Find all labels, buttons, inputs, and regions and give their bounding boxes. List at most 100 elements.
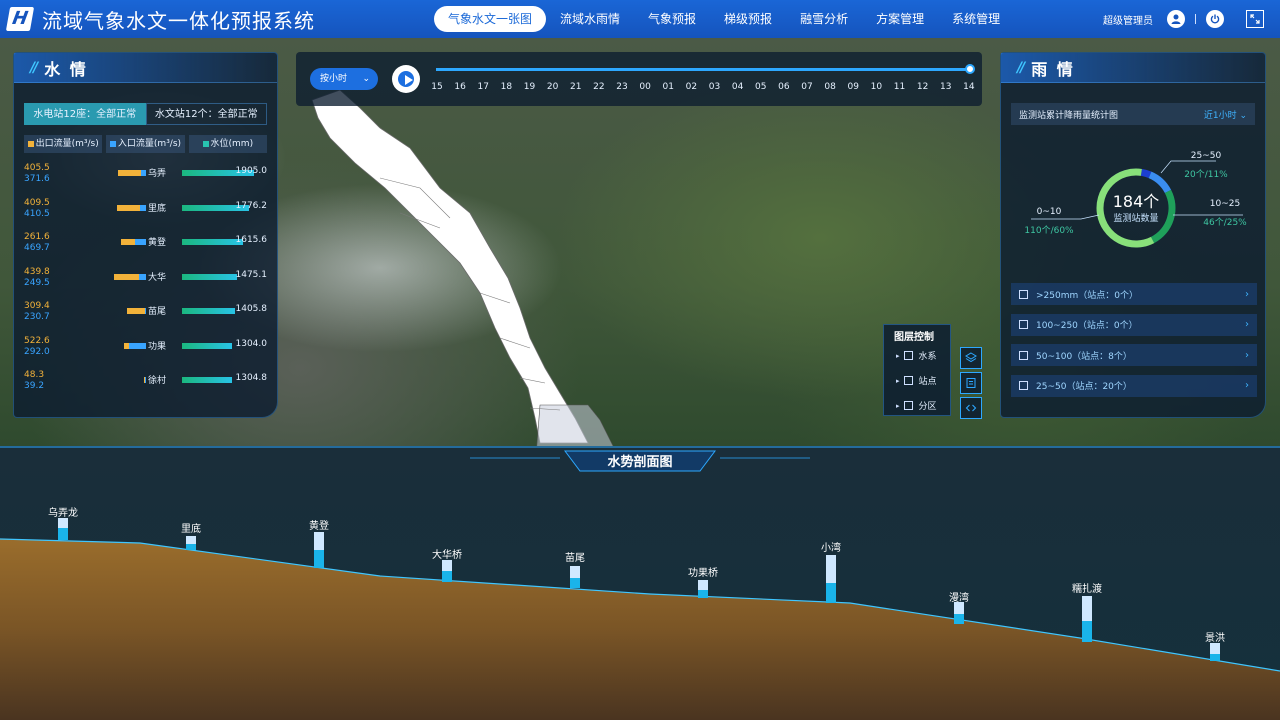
flow-values: 48.3 39.2 <box>24 370 44 392</box>
category-100-250[interactable]: 100~250（站点：0个） › <box>1011 313 1257 336</box>
layer-stations[interactable]: ▸ 站点 <box>884 368 950 393</box>
gauge-fill <box>314 550 324 568</box>
water-level-bar <box>182 342 233 349</box>
rain-stats-header: 监测站累计降雨量统计图 近1小时 ⌄ <box>1011 103 1255 125</box>
interval-select[interactable]: 按小时 ⌄ <box>310 68 378 90</box>
station-row[interactable]: 48.3 39.2 徐村 1304.8 <box>24 364 267 399</box>
tab-hydrology-stations[interactable]: 水文站12个：全部正常 <box>145 103 267 125</box>
checkbox[interactable] <box>1019 350 1028 360</box>
timeline-tick[interactable]: 00 <box>638 82 652 92</box>
timeline-tick[interactable]: 06 <box>777 82 791 92</box>
water-level-value: 1304.0 <box>235 338 268 349</box>
outflow-bar <box>118 170 141 176</box>
segment-count: 110个/60% <box>1024 226 1074 236</box>
chevron-right-icon: › <box>1245 380 1249 391</box>
nav-item-one-map[interactable]: 气象水文一张图 <box>434 6 547 32</box>
timeline-tick[interactable]: 14 <box>962 82 976 92</box>
station-row[interactable]: 405.5 371.6 乌弄 1905.0 <box>24 157 267 192</box>
timeline-tick[interactable]: 19 <box>523 82 537 92</box>
station-row[interactable]: 409.5 410.5 里底 1776.2 <box>24 192 267 227</box>
timeline-tick[interactable]: 12 <box>916 82 930 92</box>
tab-hydropower-stations[interactable]: 水电站12座：全部正常 <box>24 103 146 125</box>
checkbox[interactable] <box>1019 320 1028 329</box>
station-row[interactable]: 309.4 230.7 苗尾 1405.8 <box>24 295 267 330</box>
water-level-value: 1304.8 <box>235 373 268 383</box>
timeline-tick[interactable]: 17 <box>476 82 490 92</box>
gauge-fill <box>186 543 196 550</box>
timeline-tick[interactable]: 22 <box>592 82 606 92</box>
timeline-tick[interactable]: 04 <box>731 82 745 92</box>
outflow-value: 439.8 <box>24 266 50 277</box>
play-button[interactable] <box>392 65 420 93</box>
timeline-tick[interactable]: 11 <box>893 82 907 92</box>
timeline-handle[interactable] <box>965 64 975 74</box>
category-25-50[interactable]: 25~50（站点：20个） › <box>1011 374 1257 397</box>
gauge-fill <box>58 527 68 540</box>
segment-range: 10~25 <box>1209 199 1241 209</box>
checkbox[interactable] <box>903 401 913 410</box>
timeline-track[interactable] <box>436 68 970 71</box>
rain-situation-panel: // 雨 情 监测站累计降雨量统计图 近1小时 ⌄ 184个 监测站数量 25~… <box>1000 52 1266 418</box>
category-label: >250mm（站点：0个） <box>1036 290 1138 301</box>
list-icon[interactable] <box>960 372 982 394</box>
timeline-tick[interactable]: 18 <box>499 82 513 92</box>
checkbox[interactable] <box>1019 289 1028 299</box>
layer-label: 站点 <box>918 377 937 387</box>
category-over-250[interactable]: >250mm（站点：0个） › <box>1011 283 1257 305</box>
range-dropdown[interactable]: 近1小时 ⌄ <box>1204 108 1247 121</box>
water-gauge <box>570 566 580 588</box>
nav-item-system-management[interactable]: 系统管理 <box>938 6 1014 32</box>
caret-right-icon: ▸ <box>896 401 900 410</box>
inflow-bar <box>144 377 146 383</box>
timeline-tick[interactable]: 15 <box>430 82 444 92</box>
fullscreen-icon[interactable] <box>1246 10 1264 28</box>
outflow-bar <box>114 273 139 280</box>
nav-item-water-rain[interactable]: 流域水雨情 <box>546 6 634 32</box>
timeline-tick[interactable]: 10 <box>869 82 883 92</box>
caret-right-icon: ▸ <box>896 351 900 360</box>
water-level-bar <box>182 273 238 280</box>
timeline-tick[interactable]: 09 <box>846 82 860 92</box>
inflow-value: 39.2 <box>24 381 45 391</box>
timeline-tick[interactable]: 16 <box>453 82 467 92</box>
checkbox[interactable] <box>903 376 913 385</box>
timeline-tick[interactable]: 05 <box>754 82 768 92</box>
water-level-bar <box>182 239 244 245</box>
station-row[interactable]: 522.6 292.0 功果 1304.0 <box>24 330 267 365</box>
checkbox[interactable] <box>1019 381 1028 390</box>
timeline-tick[interactable]: 21 <box>569 82 583 92</box>
power-icon[interactable] <box>1206 10 1224 28</box>
station-row[interactable]: 439.8 249.5 大华 1475.1 <box>24 261 267 296</box>
title-decoration-icon: // <box>30 59 38 76</box>
layers-icon[interactable] <box>960 347 982 369</box>
gauge-fill <box>442 571 452 582</box>
user-icon[interactable] <box>1167 10 1185 28</box>
nav-item-cascade-forecast[interactable]: 梯级预报 <box>710 6 786 32</box>
timeline-tick[interactable]: 20 <box>546 82 560 92</box>
timeline-tick[interactable]: 13 <box>939 82 953 92</box>
layer-water-system[interactable]: ▸ 水系 <box>884 343 950 368</box>
timeline-tick[interactable]: 07 <box>800 82 814 92</box>
timeline-tick[interactable]: 03 <box>708 82 722 92</box>
outflow-value: 522.6 <box>24 335 50 346</box>
nav-item-weather-forecast[interactable]: 气象预报 <box>634 6 710 32</box>
timeline-tick[interactable]: 01 <box>661 82 675 92</box>
water-gauge <box>1082 596 1092 642</box>
nav-item-snowmelt[interactable]: 融雪分析 <box>786 6 862 32</box>
water-profile-section: 水势剖面图 乌弄龙 里底 黄登 大华桥 苗尾 功果桥 小湾 漫湾 糯扎渡 景洪 <box>0 446 1280 720</box>
site-name: 糯扎渡 <box>1072 584 1102 595</box>
station-row[interactable]: 261.6 469.7 黄登 1615.6 <box>24 226 267 261</box>
nav-item-plan-management[interactable]: 方案管理 <box>862 6 938 32</box>
layer-zones[interactable]: ▸ 分区 <box>884 393 950 418</box>
water-level-bar <box>182 308 236 314</box>
timeline-tick[interactable]: 23 <box>615 82 629 92</box>
outflow-value: 405.5 <box>24 163 50 173</box>
timeline-tick[interactable]: 08 <box>823 82 837 92</box>
code-icon[interactable] <box>960 397 982 419</box>
title-decoration-icon: // <box>1017 59 1025 76</box>
category-50-100[interactable]: 50~100（站点：8个） › <box>1011 344 1257 366</box>
gauge-fill <box>1082 621 1092 642</box>
outflow-value: 409.5 <box>24 197 50 208</box>
checkbox[interactable] <box>903 351 913 360</box>
timeline-tick[interactable]: 02 <box>684 82 698 92</box>
